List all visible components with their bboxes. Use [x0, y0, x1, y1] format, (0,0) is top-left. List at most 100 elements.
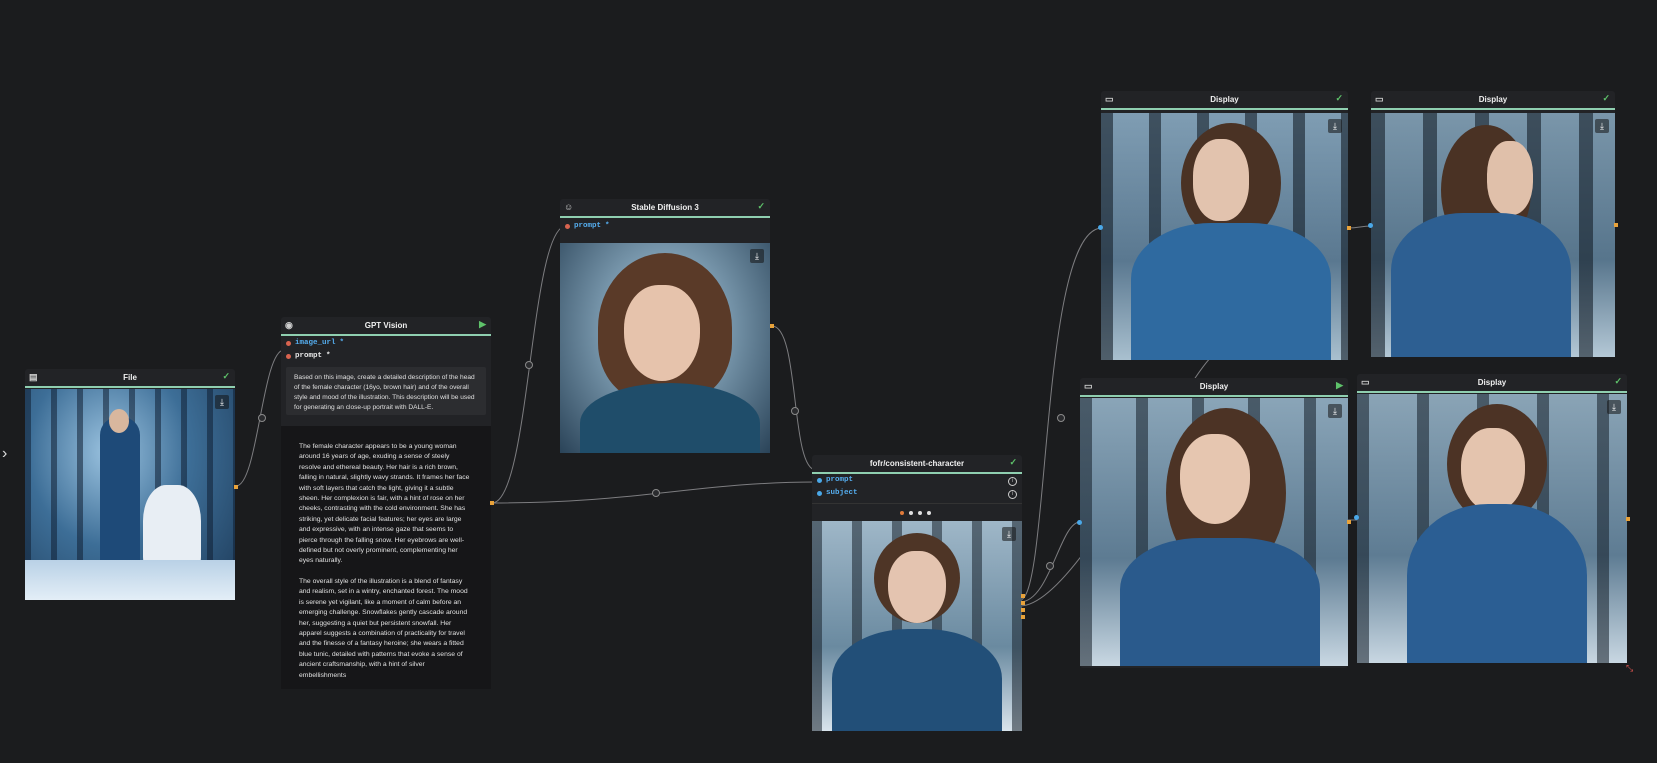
output-paragraph: The female character appears to be a you…	[299, 443, 470, 565]
check-icon: ✓	[757, 201, 765, 211]
display-image: ⤓	[1101, 113, 1348, 360]
input-port[interactable]	[1098, 225, 1103, 230]
robot-icon: ☺	[564, 202, 574, 212]
wire-handle[interactable]	[525, 361, 533, 369]
pager-dot[interactable]	[918, 511, 922, 515]
input-port[interactable]	[1368, 223, 1373, 228]
output-port[interactable]	[1021, 608, 1025, 612]
image-url-port[interactable]: image_url *	[286, 339, 344, 347]
port-label: image_url	[295, 339, 336, 347]
file-node[interactable]: ▤ File ✓ ⤓	[25, 369, 235, 600]
port-dot[interactable]	[565, 223, 570, 229]
port-dot[interactable]	[286, 340, 291, 346]
monitor-icon: ▭	[1361, 377, 1370, 387]
download-icon[interactable]: ⤓	[1595, 119, 1609, 133]
display-node[interactable]: ▭ Display ▶ ⤓	[1080, 378, 1348, 668]
required-mark: *	[326, 352, 331, 360]
display-image: ⤓	[1080, 398, 1348, 666]
node-title: Stable Diffusion 3	[631, 203, 699, 212]
output-port[interactable]	[770, 324, 774, 328]
node-header[interactable]: fofr/consistent-character ✓	[812, 455, 1022, 474]
output-port[interactable]	[1021, 601, 1025, 605]
port-dot[interactable]	[817, 477, 822, 483]
check-icon: ✓	[1335, 93, 1343, 103]
node-title: Display	[1199, 382, 1229, 391]
node-header[interactable]: ▭ Display ▶	[1080, 378, 1348, 397]
node-header[interactable]: ▭ Display ✓	[1371, 91, 1615, 110]
output-text: The female character appears to be a you…	[281, 426, 491, 689]
output-paragraph: The overall style of the illustration is…	[299, 577, 468, 679]
pager-dot[interactable]	[909, 511, 913, 515]
port-label: subject	[826, 489, 858, 497]
consistent-character-node[interactable]: fofr/consistent-character ✓ prompt i sub…	[812, 455, 1022, 731]
port-dot[interactable]	[817, 490, 822, 496]
node-title: fofr/consistent-character	[869, 459, 965, 468]
monitor-icon: ▭	[1084, 381, 1093, 391]
node-title: Display	[1478, 95, 1508, 104]
node-title: File	[123, 373, 137, 382]
required-mark: *	[339, 339, 345, 347]
run-icon[interactable]: ▶	[1336, 380, 1343, 391]
input-port[interactable]	[1077, 520, 1082, 525]
check-icon: ✓	[1009, 457, 1017, 467]
stable-diffusion-node[interactable]: ☺ Stable Diffusion 3 ✓ prompt * ⤓	[560, 199, 770, 453]
display-image: ⤓	[1357, 394, 1627, 663]
node-title: Display	[1477, 378, 1507, 387]
display-node[interactable]: ▭ Display ✓ ⤓	[1101, 91, 1348, 360]
output-port[interactable]	[490, 501, 494, 505]
output-port[interactable]	[234, 485, 238, 489]
resize-handle[interactable]: ⤡	[1626, 663, 1633, 674]
wire-handle[interactable]	[1046, 562, 1054, 570]
wire-handle[interactable]	[258, 414, 266, 422]
wire-handle[interactable]	[791, 407, 799, 415]
check-icon: ✓	[1602, 93, 1610, 103]
run-icon[interactable]: ▶	[479, 319, 486, 330]
download-icon[interactable]: ⤓	[215, 395, 229, 409]
display-node[interactable]: ▭ Display ✓ ⤓	[1357, 374, 1627, 663]
display-image: ⤓	[1371, 113, 1615, 357]
output-port[interactable]	[1347, 226, 1351, 230]
file-icon: ▤	[29, 372, 38, 382]
download-icon[interactable]: ⤓	[1002, 527, 1016, 541]
subject-port[interactable]: subject	[817, 489, 858, 497]
prompt-port[interactable]: prompt *	[565, 222, 610, 230]
node-header[interactable]: ▭ Display ✓	[1357, 374, 1627, 393]
file-image: ⤓	[25, 389, 235, 600]
node-header[interactable]: ▭ Display ✓	[1101, 91, 1348, 110]
output-port[interactable]	[1347, 520, 1351, 524]
node-title: Display	[1210, 95, 1239, 104]
output-port[interactable]	[1021, 594, 1025, 598]
download-icon[interactable]: ⤓	[750, 249, 764, 263]
download-icon[interactable]: ⤓	[1328, 119, 1342, 133]
port-label: prompt	[295, 352, 323, 360]
output-port[interactable]	[1614, 223, 1618, 227]
prompt-port[interactable]: prompt *	[286, 352, 331, 360]
gpt-vision-node[interactable]: ◉ GPT Vision ▶ image_url * prompt * Base…	[281, 317, 491, 689]
pager-dot[interactable]	[900, 511, 904, 515]
prompt-port[interactable]: prompt	[817, 476, 853, 484]
info-icon[interactable]: i	[1008, 477, 1017, 486]
download-icon[interactable]: ⤓	[1328, 404, 1342, 418]
node-title: GPT Vision	[364, 321, 408, 330]
check-icon: ✓	[1614, 376, 1622, 386]
output-port[interactable]	[1626, 517, 1630, 521]
eye-icon: ◉	[285, 320, 293, 330]
prompt-textarea[interactable]: Based on this image, create a detailed d…	[286, 367, 486, 415]
download-icon[interactable]: ⤓	[1607, 400, 1621, 414]
node-header[interactable]: ▤ File ✓	[25, 369, 235, 388]
monitor-icon: ▭	[1375, 94, 1384, 104]
required-mark: *	[605, 222, 610, 230]
port-label: prompt	[826, 476, 854, 484]
wire-handle[interactable]	[1057, 414, 1065, 422]
node-header[interactable]: ☺ Stable Diffusion 3 ✓	[560, 199, 770, 218]
display-node[interactable]: ▭ Display ✓ ⤓	[1371, 91, 1615, 357]
port-label: prompt	[574, 222, 602, 230]
info-icon[interactable]: i	[1008, 490, 1017, 499]
wire-handle[interactable]	[652, 489, 660, 497]
pager-dot[interactable]	[927, 511, 931, 515]
node-header[interactable]: ◉ GPT Vision ▶	[281, 317, 491, 336]
output-port[interactable]	[1021, 615, 1025, 619]
image-pager[interactable]	[900, 511, 931, 515]
port-dot[interactable]	[286, 353, 291, 359]
input-port[interactable]	[1354, 515, 1359, 520]
